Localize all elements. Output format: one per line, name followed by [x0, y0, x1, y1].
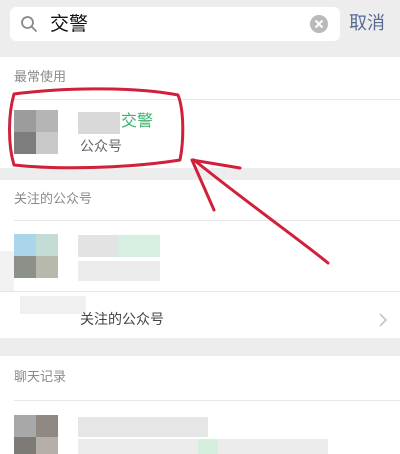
- list-item-chat[interactable]: [0, 401, 400, 454]
- more-followed-label: 关注的公众号: [80, 312, 164, 328]
- blurred-name: [78, 417, 208, 437]
- avatar: [14, 234, 58, 278]
- list-item-frequent-account[interactable]: 交警 公众号: [0, 100, 400, 168]
- chevron-right-icon: [379, 313, 388, 327]
- clear-icon[interactable]: [310, 15, 328, 33]
- cancel-button[interactable]: 取消: [349, 12, 385, 36]
- blurred-subtitle: [78, 261, 160, 281]
- more-followed-link[interactable]: 关注的公众号: [0, 292, 400, 338]
- list-item-followed-account[interactable]: [0, 221, 400, 291]
- followed-section: 关注的公众号 关注的公众号: [0, 180, 400, 338]
- chat-section: 聊天记录: [0, 356, 400, 454]
- blurred-highlight: [198, 439, 218, 454]
- section-header-followed: 关注的公众号: [14, 192, 93, 207]
- account-name-highlight: 交警: [121, 111, 154, 130]
- search-bar: 交警 取消: [0, 0, 400, 50]
- blurred-edge: [0, 251, 14, 291]
- blurred-name-highlight: [118, 235, 160, 257]
- search-input[interactable]: 交警: [10, 7, 340, 41]
- search-query-text: 交警: [50, 13, 89, 35]
- blurred-text: [20, 296, 86, 314]
- search-icon: [21, 16, 37, 32]
- avatar: [14, 110, 58, 154]
- blurred-name: [78, 112, 120, 134]
- avatar: [14, 415, 58, 454]
- frequent-section: 最常使用 交警 公众号: [0, 57, 400, 168]
- section-header-frequent: 最常使用: [14, 70, 67, 85]
- account-subtitle: 公众号: [80, 139, 122, 155]
- section-header-chat: 聊天记录: [14, 370, 67, 385]
